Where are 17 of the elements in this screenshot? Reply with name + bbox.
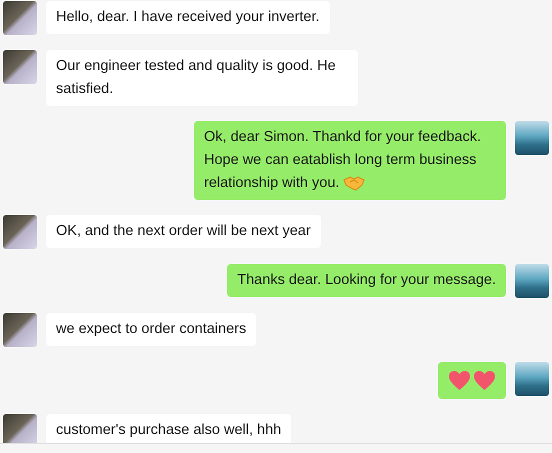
avatar-photo: [3, 414, 37, 443]
heart-icon: [448, 370, 471, 391]
message-bubble: Our engineer tested and quality is good. He satisfied.: [46, 50, 358, 106]
message-bubble: Hello, dear. I have received your inverter.: [46, 1, 330, 34]
avatar-photo: [3, 1, 37, 35]
message-bubble: OK, and the next order will be next year: [46, 215, 321, 248]
avatar-photo: [515, 264, 549, 298]
heart-icon: [473, 370, 496, 391]
avatar-photo: [515, 121, 549, 155]
message-bubble: we expect to order containers: [46, 313, 256, 346]
avatar-photo: [3, 215, 37, 249]
message-bubble: Ok, dear Simon. Thankd for your feedback. Hope we can eatablish long term business relationship with you.: [194, 121, 506, 200]
message-bubble: Thanks dear. Looking for your message.: [227, 264, 506, 297]
avatar-photo: [515, 362, 549, 396]
message-bubble: customer's purchase also well, hhh: [46, 414, 292, 443]
avatar-photo: [3, 50, 37, 84]
avatar-photo: [3, 313, 37, 347]
